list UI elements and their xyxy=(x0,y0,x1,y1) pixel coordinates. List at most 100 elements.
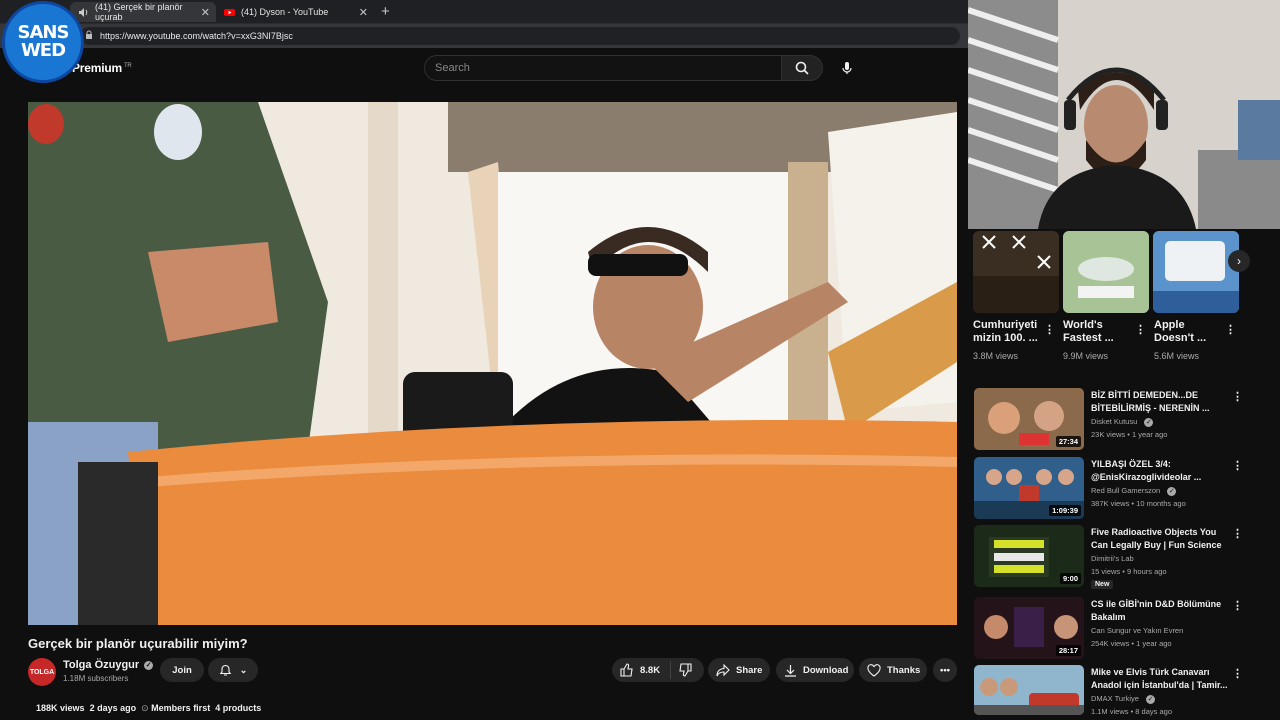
related-menu-icon[interactable]: ⋮ xyxy=(1232,599,1243,612)
related-channel: DMAX Turkiye ✓ xyxy=(1091,694,1156,704)
like-button[interactable] xyxy=(620,663,634,680)
related-video-item[interactable]: 28:17 CS ile GİBİ'nin D&D Bölümüne Bakal… xyxy=(974,597,1280,659)
subscriber-count: 1.18M subscribers xyxy=(63,674,129,683)
join-button[interactable]: Join xyxy=(160,658,204,682)
view-count: 188K views xyxy=(36,703,85,713)
related-meta: 254K views • 1 year ago xyxy=(1091,639,1172,648)
duration-badge: 27:34 xyxy=(1055,436,1081,447)
products-link[interactable]: 4 products xyxy=(215,703,261,713)
video-player[interactable] xyxy=(28,102,957,625)
url-field[interactable]: https://www.youtube.com/watch?v=xxG3NI7B… xyxy=(80,27,960,45)
related-title: CS ile GİBİ'nin D&D Bölümüne Bakalım xyxy=(1091,599,1222,622)
logo-line2: WED xyxy=(20,40,66,61)
dislike-button[interactable] xyxy=(678,663,692,680)
related-menu-icon[interactable]: ⋮ xyxy=(1232,667,1243,680)
share-label: Share xyxy=(736,664,763,676)
brand-country: TR xyxy=(123,63,132,69)
related-channel: Disket Kutusu ✓ xyxy=(1091,417,1154,427)
short-menu-icon[interactable]: ⋮ xyxy=(1135,323,1146,336)
channel-name-text: Tolga Özuygur xyxy=(63,659,140,671)
close-tab-icon[interactable]: ✕ xyxy=(359,6,368,19)
youtube-header: Premium TR Search xyxy=(0,48,968,92)
search-input[interactable]: Search xyxy=(424,55,782,81)
members-first-label[interactable]: Members first xyxy=(151,703,210,713)
video-title: Gerçek bir planör uçurabilir miyim? xyxy=(28,636,248,651)
related-meta: 1.1M views • 8 days ago xyxy=(1091,707,1172,716)
duration-badge: 1:09:39 xyxy=(1049,505,1081,516)
browser-tab-active[interactable]: (41) Gerçek bir planör uçurab ✕ xyxy=(70,2,216,22)
youtube-premium-logo[interactable]: Premium TR xyxy=(72,61,132,75)
related-title: YILBAŞI ÖZEL 3/4: @EnisKirazoglivideolar… xyxy=(1091,459,1202,482)
related-menu-icon[interactable]: ⋮ xyxy=(1232,459,1243,472)
related-video-item[interactable]: 1:09:39 YILBAŞI ÖZEL 3/4: @EnisKirazogli… xyxy=(974,457,1280,519)
related-meta: 23K views • 1 year ago xyxy=(1091,430,1168,439)
browser-tab[interactable]: (41) Dyson - YouTube ✕ xyxy=(216,2,374,22)
share-button[interactable]: Share xyxy=(708,658,770,682)
webcam-frame xyxy=(968,0,1280,229)
chevron-down-icon: ⌄ xyxy=(239,664,248,675)
channel-watermark-logo: SANS WED xyxy=(2,1,84,83)
shorts-next-button[interactable]: › xyxy=(1228,250,1250,272)
short-thumbnail[interactable] xyxy=(1153,231,1239,313)
download-icon xyxy=(785,664,796,677)
channel-name[interactable]: Tolga Özuygur ✓ xyxy=(63,659,154,671)
chevron-right-icon: › xyxy=(1237,254,1241,268)
short-views: 3.8M views xyxy=(973,351,1019,361)
verified-icon: ✓ xyxy=(1167,487,1177,496)
video-frame xyxy=(28,102,957,625)
voice-search-button[interactable] xyxy=(834,55,860,81)
thanks-button[interactable]: Thanks xyxy=(859,658,927,682)
thumbs-down-icon xyxy=(679,663,692,677)
notification-bell-button[interactable]: ⌄ xyxy=(208,658,258,682)
related-meta: 387K views • 10 months ago xyxy=(1091,499,1186,508)
verified-icon: ✓ xyxy=(1146,695,1156,704)
short-menu-icon[interactable]: ⋮ xyxy=(1044,323,1055,336)
video-stats: 188K views 2 days ago ⊙ Members first 4 … xyxy=(36,703,261,714)
new-badge: New xyxy=(1091,580,1114,589)
related-channel: Red Bull Gamerszon ✓ xyxy=(1091,486,1177,496)
download-label: Download xyxy=(803,664,849,676)
related-video-item[interactable]: 9:00 Five Radioactive Objects You Can Le… xyxy=(974,525,1280,589)
short-thumbnail-image xyxy=(1063,231,1149,313)
video-thumbnail[interactable] xyxy=(974,665,1084,715)
video-thumbnail[interactable]: 28:17 xyxy=(974,597,1084,659)
short-title[interactable]: Apple Doesn't ... xyxy=(1154,319,1206,345)
short-thumbnail-image xyxy=(973,231,1059,313)
search-button[interactable] xyxy=(781,55,823,81)
related-menu-icon[interactable]: ⋮ xyxy=(1232,527,1243,540)
like-dislike-group: 8.8K xyxy=(612,658,704,682)
more-actions-button[interactable]: ••• xyxy=(933,658,957,682)
short-title[interactable]: World's Fastest ... xyxy=(1063,319,1114,345)
share-icon xyxy=(716,663,730,676)
duration-badge: 28:17 xyxy=(1055,645,1081,656)
short-views: 5.6M views xyxy=(1154,351,1200,361)
microphone-icon xyxy=(842,62,852,74)
short-thumbnail-image xyxy=(1153,231,1239,313)
short-menu-icon[interactable]: ⋮ xyxy=(1225,323,1236,336)
channel-avatar[interactable]: TOLGA xyxy=(28,658,56,686)
verified-icon: ✓ xyxy=(1144,418,1154,427)
video-thumbnail[interactable]: 1:09:39 xyxy=(974,457,1084,519)
short-thumbnail[interactable] xyxy=(973,231,1059,313)
thanks-heart-icon xyxy=(867,663,881,677)
members-icon: ⊙ xyxy=(141,703,149,713)
webcam-overlay xyxy=(968,0,1280,229)
video-thumbnail[interactable]: 9:00 xyxy=(974,525,1084,587)
short-title[interactable]: Cumhuriyeti mizin 100. ... xyxy=(973,319,1038,345)
more-icon: ••• xyxy=(940,664,950,676)
related-video-item[interactable]: Mike ve Elvis Türk Canavarı Anadol için … xyxy=(974,665,1280,720)
new-tab-button[interactable]: + xyxy=(381,3,390,20)
related-meta: 15 views • 9 hours ago xyxy=(1091,567,1167,576)
download-button[interactable]: Download xyxy=(776,658,854,682)
video-thumbnail[interactable]: 27:34 xyxy=(974,388,1084,450)
brand-text: Premium xyxy=(72,61,122,75)
related-menu-icon[interactable]: ⋮ xyxy=(1232,390,1243,403)
short-thumbnail[interactable] xyxy=(1063,231,1149,313)
upload-age: 2 days ago xyxy=(89,703,137,713)
url-text: https://www.youtube.com/watch?v=xxG3NI7B… xyxy=(100,31,293,41)
related-video-item[interactable]: 27:34 BİZ BİTTİ DEMEDEN...DE BİTEBİLİRMİ… xyxy=(974,388,1280,450)
close-tab-icon[interactable]: ✕ xyxy=(201,6,210,19)
site-info-icon[interactable] xyxy=(84,30,94,42)
related-title: Five Radioactive Objects You Can Legally… xyxy=(1091,527,1222,550)
tab-label: (41) Gerçek bir planör uçurab xyxy=(95,2,183,22)
